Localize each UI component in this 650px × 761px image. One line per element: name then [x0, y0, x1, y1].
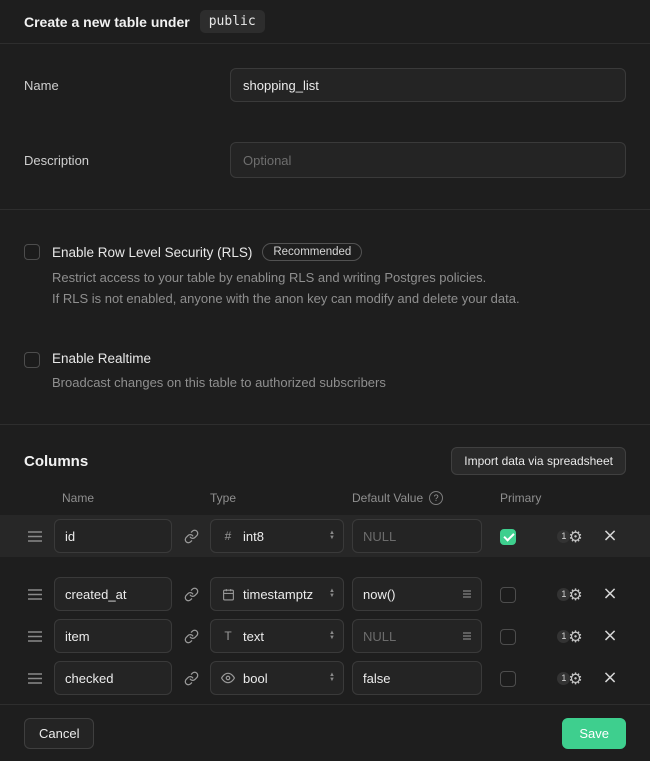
column-default-input[interactable] — [352, 661, 482, 695]
default-value-menu-icon[interactable] — [461, 588, 473, 600]
close-icon: × — [602, 667, 617, 688]
columns-section: Columns Import data via spreadsheet Name… — [0, 425, 650, 705]
table-row: timestamptz ▲▼ 1 ⚙ × — [24, 577, 626, 611]
cancel-button[interactable]: Cancel — [24, 718, 94, 749]
settings-count-badge: 1 — [557, 630, 570, 643]
columns-rows: # int8 ▲▼ 1 ⚙ × — [24, 515, 626, 695]
column-type-select[interactable]: bool ▲▼ — [210, 661, 344, 695]
columns-header-row: Name Type Default Value ? Primary — [24, 491, 626, 505]
rls-description-line1: Restrict access to your table by enablin… — [52, 268, 520, 288]
settings-count-badge: 1 — [557, 588, 570, 601]
table-description-input[interactable] — [230, 142, 626, 178]
modal-header: Create a new table under public — [0, 0, 650, 44]
column-header-type: Type — [210, 491, 344, 505]
realtime-description: Broadcast changes on this table to autho… — [52, 373, 386, 393]
calendar-type-icon — [221, 588, 235, 601]
realtime-checkbox[interactable] — [24, 352, 40, 368]
column-settings-button[interactable]: 1 ⚙ — [550, 669, 590, 688]
primary-checkbox[interactable] — [500, 529, 516, 545]
drag-handle-icon[interactable] — [28, 589, 42, 600]
column-settings-button[interactable]: 1 ⚙ — [550, 627, 590, 646]
remove-column-button[interactable]: × — [602, 669, 617, 687]
table-row: # int8 ▲▼ 1 ⚙ × — [24, 519, 626, 553]
column-name-input[interactable] — [54, 519, 172, 553]
drag-handle-icon[interactable] — [28, 531, 42, 542]
table-row: bool ▲▼ 1 ⚙ × — [24, 661, 626, 695]
column-settings-button[interactable]: 1 ⚙ — [550, 527, 590, 546]
column-type-select[interactable]: timestamptz ▲▼ — [210, 577, 344, 611]
drag-handle-icon[interactable] — [28, 631, 42, 642]
settings-count-badge: 1 — [557, 672, 570, 685]
rls-toggle-block: Enable Row Level Security (RLS) Recommen… — [24, 243, 626, 309]
column-name-input[interactable] — [54, 661, 172, 695]
primary-checkbox[interactable] — [500, 629, 516, 645]
rls-description-line2: If RLS is not enabled, anyone with the a… — [52, 289, 520, 309]
foreign-key-link-icon[interactable] — [180, 519, 202, 553]
default-value-menu-icon[interactable] — [461, 630, 473, 642]
foreign-key-link-icon[interactable] — [180, 661, 202, 695]
int8-type-icon: # — [221, 529, 235, 543]
chevron-updown-icon: ▲▼ — [329, 673, 335, 683]
create-table-modal: Create a new table under public Name Des… — [0, 0, 650, 761]
column-header-default: Default Value — [352, 491, 423, 505]
help-icon[interactable]: ? — [429, 491, 443, 505]
gear-icon: ⚙ — [568, 669, 582, 688]
realtime-label: Enable Realtime — [52, 351, 151, 366]
modal-title: Create a new table under — [24, 14, 190, 30]
rls-label: Enable Row Level Security (RLS) — [52, 245, 252, 260]
gear-icon: ⚙ — [568, 627, 582, 646]
gear-icon: ⚙ — [568, 527, 582, 546]
foreign-key-link-icon[interactable] — [180, 577, 202, 611]
column-type-select[interactable]: # int8 ▲▼ — [210, 519, 344, 553]
column-name-input[interactable] — [54, 577, 172, 611]
description-row: Description — [24, 142, 626, 178]
schema-badge: public — [200, 10, 265, 33]
foreign-key-link-icon[interactable] — [180, 619, 202, 653]
close-icon: × — [602, 583, 617, 604]
gear-icon: ⚙ — [568, 585, 582, 604]
close-icon: × — [602, 525, 617, 546]
text-type-icon: T — [221, 629, 235, 643]
table-options-section: Enable Row Level Security (RLS) Recommen… — [0, 210, 650, 425]
remove-column-button[interactable]: × — [602, 585, 617, 603]
close-icon: × — [602, 625, 617, 646]
column-type-select[interactable]: T text ▲▼ — [210, 619, 344, 653]
column-name-input[interactable] — [54, 619, 172, 653]
import-spreadsheet-button[interactable]: Import data via spreadsheet — [451, 447, 626, 475]
column-header-name: Name — [54, 491, 172, 505]
primary-checkbox[interactable] — [500, 587, 516, 603]
name-label: Name — [24, 78, 230, 93]
chevron-updown-icon: ▲▼ — [329, 531, 335, 541]
table-name-input[interactable] — [230, 68, 626, 102]
remove-column-button[interactable]: × — [602, 627, 617, 645]
eye-type-icon — [221, 671, 235, 685]
modal-footer: Cancel Save — [0, 705, 650, 761]
settings-count-badge: 1 — [557, 530, 570, 543]
column-header-primary: Primary — [490, 491, 542, 505]
name-row: Name — [24, 68, 626, 102]
drag-handle-icon[interactable] — [28, 673, 42, 684]
rls-checkbox[interactable] — [24, 244, 40, 260]
chevron-updown-icon: ▲▼ — [329, 589, 335, 599]
primary-row-band: # int8 ▲▼ 1 ⚙ × — [0, 515, 650, 557]
table-row: T text ▲▼ 1 ⚙ × — [24, 619, 626, 653]
column-default-input — [352, 519, 482, 553]
description-label: Description — [24, 153, 230, 168]
chevron-updown-icon: ▲▼ — [329, 631, 335, 641]
table-details-section: Name Description — [0, 44, 650, 210]
primary-checkbox[interactable] — [500, 671, 516, 687]
recommended-badge: Recommended — [262, 243, 362, 261]
save-button[interactable]: Save — [562, 718, 626, 749]
realtime-toggle-block: Enable Realtime Broadcast changes on thi… — [24, 351, 626, 393]
remove-column-button[interactable]: × — [602, 527, 617, 545]
column-settings-button[interactable]: 1 ⚙ — [550, 585, 590, 604]
columns-title: Columns — [24, 453, 88, 470]
